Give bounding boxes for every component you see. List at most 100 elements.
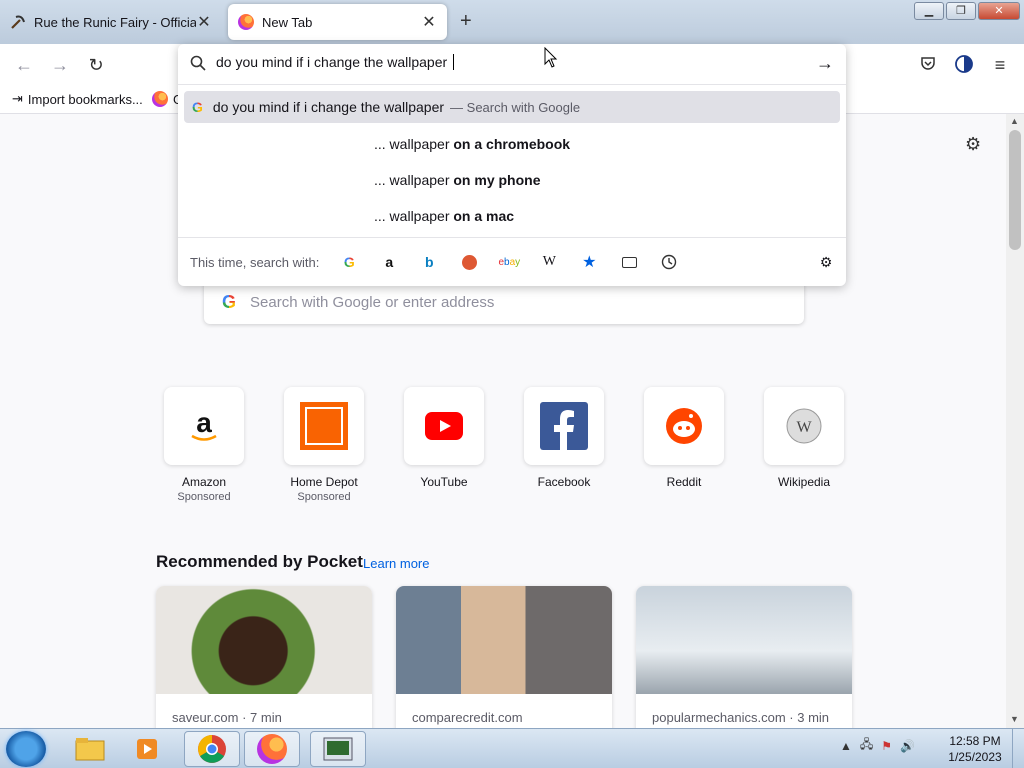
suggestion-row[interactable]: ... wallpaper on my phone <box>184 164 840 196</box>
card-source: popularmechanics.com · 3 min <box>652 710 830 725</box>
arrow-right-icon[interactable]: → <box>48 54 72 76</box>
go-arrow-icon[interactable]: → <box>816 53 834 74</box>
top-site-wikipedia[interactable]: W Wikipedia <box>764 387 844 489</box>
minimize-icon[interactable]: ▁ <box>914 2 944 20</box>
reload-icon[interactable]: ↻ <box>84 54 108 76</box>
window-controls: ▁ ❐ ✕ <box>914 2 1020 20</box>
youtube-icon <box>404 387 484 465</box>
show-desktop-button[interactable] <box>1012 729 1024 768</box>
one-offs-label: This time, search with: <box>190 254 320 270</box>
tile-name: Home Depot <box>290 475 358 489</box>
ebay-engine-icon[interactable]: ebay <box>489 257 529 268</box>
import-icon: ⇥ <box>12 91 23 106</box>
suggestion-bold: on a chromebook <box>453 136 571 152</box>
reddit-icon <box>644 387 724 465</box>
url-input-text: do you mind if i change the wallpaper <box>216 54 452 70</box>
bing-engine-icon[interactable]: b <box>409 254 449 270</box>
top-site-youtube[interactable]: YouTube <box>404 387 484 489</box>
suggestion-row[interactable]: ... wallpaper on a chromebook <box>184 128 840 160</box>
account-icon[interactable] <box>952 54 976 76</box>
system-tray: ▲ 🖧 ⚑ 🔊 <box>840 735 915 756</box>
file-explorer-icon[interactable] <box>62 731 118 767</box>
pocket-card[interactable]: popularmechanics.com · 3 min <box>636 586 852 728</box>
suggestion-action: — Search with Google <box>450 99 581 115</box>
tab-title: Rue the Runic Fairy - Official Pi <box>34 14 196 30</box>
suggestion-text: do you mind if i change the wallpaper <box>212 99 445 115</box>
clock-time: 12:58 PM <box>949 734 1001 748</box>
bookmarks-star-icon[interactable]: ★ <box>569 252 609 272</box>
tile-name: Wikipedia <box>777 475 831 489</box>
suggestion-row[interactable]: G do you mind if i change the wallpaper … <box>184 91 840 123</box>
pickaxe-icon <box>10 14 26 30</box>
svg-text:a: a <box>196 407 212 438</box>
tile-name: Amazon <box>181 475 227 489</box>
search-placeholder: Search with Google or enter address <box>250 293 495 311</box>
tab-rue-the-runic-fairy[interactable]: Rue the Runic Fairy - Official Pi ✕ <box>0 4 222 40</box>
media-player-icon[interactable] <box>120 731 176 767</box>
amazon-engine-icon[interactable]: a <box>369 254 409 270</box>
tray-expand-icon[interactable]: ▲ <box>840 739 852 753</box>
new-tab-plus-icon[interactable]: + <box>460 10 472 33</box>
scroll-thumb[interactable] <box>1009 130 1021 250</box>
terminal-app-icon[interactable] <box>310 731 366 767</box>
suggestion-prefix: ... wallpaper <box>374 172 454 188</box>
start-button[interactable] <box>6 731 46 767</box>
top-site-reddit[interactable]: Reddit <box>644 387 724 489</box>
top-site-home-depot[interactable]: Home Depot Sponsored <box>284 387 364 503</box>
card-image <box>156 586 372 694</box>
bookmark-import[interactable]: ⇥ Import bookmarks... <box>12 91 143 107</box>
history-clock-icon[interactable] <box>649 254 689 270</box>
suggestion-prefix: ... wallpaper <box>374 136 454 152</box>
vertical-scrollbar[interactable]: ▲ ▼ <box>1006 114 1024 728</box>
wikipedia-engine-icon[interactable]: W <box>529 254 569 270</box>
search-settings-gear-icon[interactable]: ⚙ <box>806 254 846 271</box>
card-source: saveur.com · 7 min <box>172 710 282 725</box>
hamburger-menu-icon[interactable]: ≡ <box>988 54 1012 76</box>
tab-new-tab[interactable]: New Tab ✕ <box>228 4 447 40</box>
scroll-down-icon[interactable]: ▼ <box>1010 714 1019 724</box>
learn-more-link[interactable]: Learn more <box>363 556 429 571</box>
suggestion-bold: on my phone <box>453 172 541 188</box>
tab-title: New Tab <box>262 14 313 30</box>
text-caret <box>453 54 455 70</box>
close-tab-icon[interactable]: ✕ <box>196 12 212 32</box>
pocket-icon[interactable] <box>916 54 940 76</box>
tile-sponsored: Sponsored <box>297 491 351 503</box>
restore-icon[interactable]: ❐ <box>946 2 976 20</box>
content-search-box[interactable]: G Search with Google or enter address <box>204 280 804 324</box>
tabs-icon[interactable] <box>609 256 649 268</box>
top-site-amazon[interactable]: a Amazon Sponsored <box>164 387 244 503</box>
pocket-heading: Recommended by Pocket <box>156 552 363 571</box>
google-icon: G <box>222 291 237 312</box>
suggestion-row[interactable]: ... wallpaper on a mac <box>184 200 840 232</box>
urlbar-input-row: do you mind if i change the wallpaper → <box>178 44 846 85</box>
gear-icon[interactable]: ⚙ <box>965 134 981 155</box>
top-site-facebook[interactable]: Facebook <box>524 387 604 489</box>
search-icon <box>190 55 206 74</box>
home-depot-icon <box>284 387 364 465</box>
suggestion-bold: on a mac <box>453 208 515 224</box>
clock-date: 1/25/2023 <box>948 750 1002 764</box>
url-input[interactable]: do you mind if i change the wallpaper <box>216 54 796 76</box>
mouse-cursor-icon <box>544 47 558 68</box>
taskbar-clock[interactable]: 12:58 PM 1/25/2023 <box>940 733 1010 765</box>
firefox-icon <box>152 91 168 107</box>
chrome-icon[interactable] <box>184 731 240 767</box>
card-image <box>396 586 612 694</box>
title-bar: Rue the Runic Fairy - Official Pi ✕ New … <box>0 0 1024 44</box>
google-engine-icon[interactable]: G <box>329 254 369 270</box>
duckduckgo-engine-icon[interactable] <box>449 254 489 270</box>
svg-text:W: W <box>796 419 812 436</box>
card-source: comparecredit.com <box>412 710 523 725</box>
close-window-icon[interactable]: ✕ <box>978 2 1020 20</box>
close-tab-icon[interactable]: ✕ <box>421 12 437 32</box>
network-icon[interactable]: 🖧 <box>860 735 873 756</box>
arrow-left-icon[interactable]: ← <box>12 54 36 76</box>
pocket-card[interactable]: comparecredit.com <box>396 586 612 728</box>
pocket-card[interactable]: saveur.com · 7 min <box>156 586 372 728</box>
volume-icon[interactable]: 🔊 <box>900 739 915 753</box>
google-icon: G <box>192 99 203 115</box>
scroll-up-icon[interactable]: ▲ <box>1010 116 1019 126</box>
action-center-flag-icon[interactable]: ⚑ <box>881 739 892 753</box>
firefox-taskbar-icon[interactable] <box>244 731 300 767</box>
